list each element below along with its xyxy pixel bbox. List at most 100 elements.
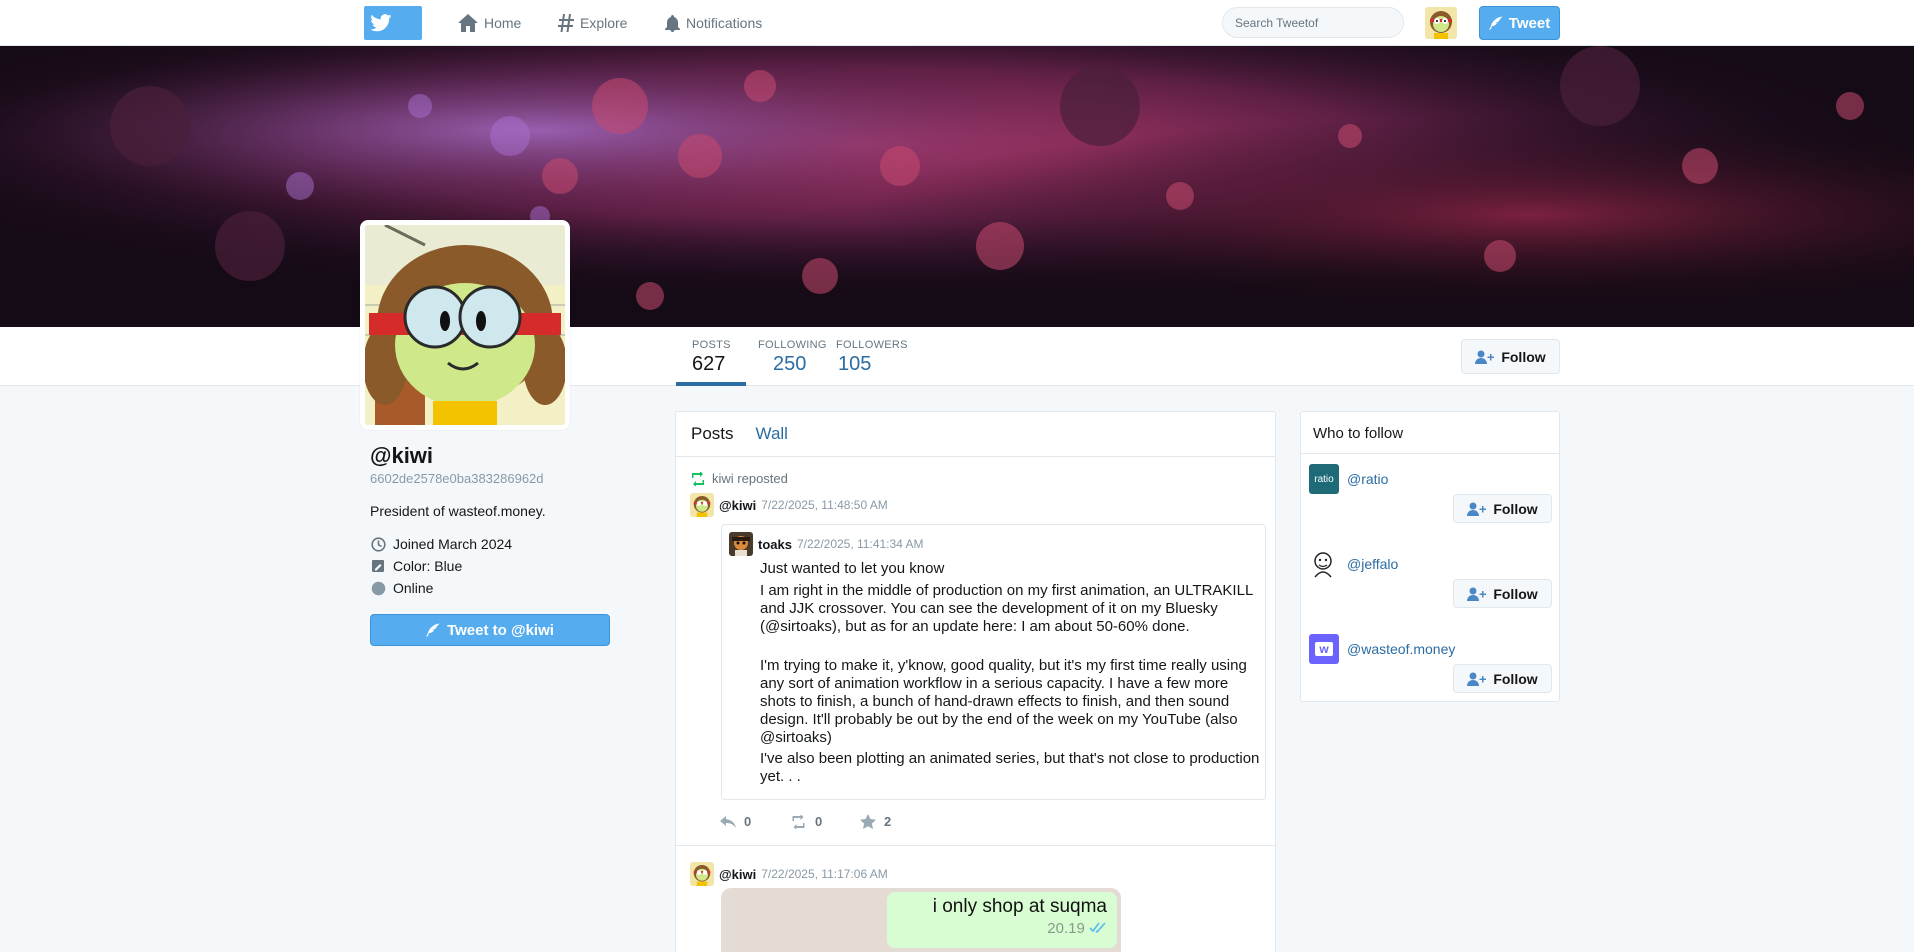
profile-user-id: 6602de2578e0ba383286962d	[370, 471, 544, 486]
post1-header: @kiwi 7/22/2025, 11:48:50 AM	[690, 493, 888, 517]
bell-icon	[665, 14, 680, 32]
profile-avatar	[360, 220, 570, 430]
post2-image[interactable]: i only shop at suqma 20.19	[721, 888, 1121, 952]
nav-notifications[interactable]: Notifications	[665, 12, 762, 34]
quoted-timestamp[interactable]: 7/22/2025, 11:41:34 AM	[797, 537, 924, 551]
suggested-user[interactable]: w @wasteof.money	[1309, 634, 1455, 664]
suggested-user-avatar: w	[1309, 634, 1339, 664]
reply-button[interactable]: 0	[720, 814, 790, 829]
post1-avatar[interactable]	[690, 493, 714, 517]
profile-color: Color: Blue	[371, 558, 462, 574]
feather-icon	[1488, 16, 1503, 30]
follow-button-label: Follow	[1493, 670, 1538, 687]
follow-button-label: Follow	[1501, 348, 1546, 365]
post2-header: @kiwi 7/22/2025, 11:17:06 AM	[690, 862, 888, 886]
repost-label: kiwi reposted	[712, 471, 788, 486]
profile-stats-bar: POSTS 627 FOLLOWING 250 FOLLOWERS 105	[0, 327, 1914, 386]
suggested-user-handle[interactable]: @jeffalo	[1347, 556, 1398, 572]
post1-timestamp[interactable]: 7/22/2025, 11:48:50 AM	[761, 498, 888, 512]
repost-button[interactable]: 0	[790, 814, 860, 829]
suggested-user[interactable]: ratio @ratio	[1309, 464, 1388, 494]
suggested-user-avatar: ratio	[1309, 464, 1339, 494]
tab-wall[interactable]: Wall	[756, 424, 788, 444]
add-user-icon	[1467, 672, 1487, 686]
feather-icon	[426, 623, 440, 637]
stat-followers[interactable]: FOLLOWERS 105	[836, 339, 908, 376]
follow-button[interactable]: Follow	[1453, 579, 1552, 608]
retweet-icon	[692, 471, 704, 486]
stat-posts-value: 627	[692, 353, 726, 375]
quoted-paragraph: I am right in the middle of production o…	[760, 582, 1253, 635]
add-user-icon	[1467, 587, 1487, 601]
quoted-post[interactable]: toaks 7/22/2025, 11:41:34 AM Just wanted…	[721, 524, 1266, 800]
follow-button[interactable]: Follow	[1453, 494, 1552, 523]
double-check-icon	[1089, 922, 1106, 934]
stat-following-label: FOLLOWING	[758, 339, 827, 351]
quoted-paragraph: I'm trying to make it, y'know, good qual…	[760, 657, 1247, 746]
clock-icon	[371, 536, 386, 552]
post1-author[interactable]: @kiwi	[719, 498, 756, 513]
suggested-user-handle[interactable]: @ratio	[1347, 471, 1388, 487]
paint-icon	[372, 559, 384, 572]
tweet-button[interactable]: Tweet	[1479, 6, 1560, 40]
twitter-logo-icon[interactable]	[364, 6, 422, 40]
home-icon	[458, 14, 478, 32]
post2-avatar[interactable]	[690, 862, 714, 886]
profile-status-text: Online	[393, 580, 434, 596]
suggested-user-handle[interactable]: @wasteof.money	[1347, 641, 1455, 657]
search-input[interactable]	[1222, 7, 1404, 38]
profile-joined: Joined March 2024	[371, 536, 512, 552]
post2-timestamp[interactable]: 7/22/2025, 11:17:06 AM	[761, 867, 888, 881]
profile-banner	[0, 46, 1914, 327]
follow-button[interactable]: Follow	[1461, 339, 1560, 374]
add-user-icon	[1467, 502, 1487, 516]
user-avatar[interactable]	[1425, 7, 1457, 39]
quoted-paragraph: Just wanted to let you know	[760, 560, 945, 577]
chat-bubble: i only shop at suqma 20.19	[887, 892, 1117, 948]
follow-button-label: Follow	[1493, 585, 1538, 602]
active-tab-indicator	[676, 382, 746, 386]
top-nav: Home Explore Notifications Tweet	[0, 0, 1914, 46]
quoted-paragraph: I've also been plotting an animated seri…	[760, 750, 1260, 785]
nav-explore[interactable]: Explore	[558, 12, 627, 34]
timeline-tabs: Posts Wall	[676, 412, 1275, 457]
stat-following-value: 250	[773, 353, 807, 375]
suggested-user-avatar	[1309, 549, 1339, 579]
nav-home[interactable]: Home	[458, 12, 521, 34]
stat-posts[interactable]: POSTS 627	[692, 339, 731, 376]
status-dot-icon	[371, 581, 386, 595]
repost-indicator: kiwi reposted	[690, 471, 788, 486]
post1-actions: 0 0 2	[720, 814, 930, 829]
like-button[interactable]: 2	[860, 814, 930, 829]
who-to-follow-title: Who to follow	[1301, 412, 1559, 454]
profile-status: Online	[371, 580, 433, 596]
tweet-button-label: Tweet	[1508, 14, 1551, 32]
profile-username: @kiwi	[370, 443, 434, 468]
add-user-icon	[1475, 350, 1495, 364]
tweet-to-user-label: Tweet to @kiwi	[447, 621, 554, 639]
nav-notifications-label: Notifications	[686, 15, 763, 31]
follow-button[interactable]: Follow	[1453, 664, 1552, 693]
stat-followers-value: 105	[838, 353, 872, 375]
nav-explore-label: Explore	[580, 15, 628, 31]
chat-message: i only shop at suqma	[932, 896, 1107, 917]
quoted-avatar[interactable]	[729, 532, 753, 556]
stat-followers-label: FOLLOWERS	[836, 339, 908, 351]
stat-following[interactable]: FOLLOWING 250	[758, 339, 827, 376]
tweet-to-user-button[interactable]: Tweet to @kiwi	[370, 614, 610, 646]
suggested-user[interactable]: @jeffalo	[1309, 549, 1398, 579]
quoted-author[interactable]: toaks	[758, 537, 792, 552]
hashtag-icon	[558, 14, 574, 32]
profile-joined-text: Joined March 2024	[393, 536, 513, 552]
post2-author[interactable]: @kiwi	[719, 867, 756, 882]
like-count: 2	[884, 814, 892, 829]
retweet-icon	[792, 814, 805, 829]
who-to-follow-panel: Who to follow ratio @ratio Follow @jeffa…	[1300, 411, 1560, 702]
stat-posts-label: POSTS	[692, 339, 731, 351]
follow-button-label: Follow	[1493, 500, 1538, 517]
profile-color-text: Color: Blue	[393, 558, 463, 574]
chat-time: 20.19	[897, 920, 1107, 937]
tab-posts[interactable]: Posts	[691, 424, 734, 444]
profile-bio: President of wasteof.money.	[370, 503, 546, 519]
quoted-header: toaks 7/22/2025, 11:41:34 AM	[729, 532, 924, 556]
